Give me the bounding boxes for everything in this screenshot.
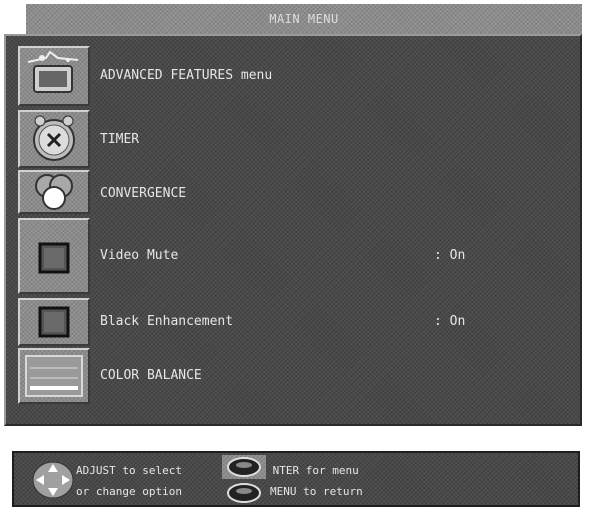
menu-item-timer[interactable]: TIMER (18, 110, 578, 168)
menu-item-label: COLOR BALANCE (100, 368, 202, 383)
menu-item-convergence[interactable]: CONVERGENCE (18, 170, 578, 214)
direction-pad-icon (30, 459, 76, 505)
menu-item-label: TIMER (100, 132, 140, 147)
advanced-features-icon (18, 46, 90, 106)
adjust-help-line2: or change option (76, 485, 182, 498)
menu-item-advanced-features[interactable]: ADVANCED FEATURES menu (18, 46, 578, 106)
menu-button-icon (222, 481, 266, 505)
menu-item-label: Video Mute (100, 248, 179, 263)
black-enhancement-value: : On (434, 314, 466, 329)
menu-title: MAIN MENU (269, 12, 339, 26)
menu-item-label: CONVERGENCE (100, 186, 187, 201)
video-mute-value: : On (434, 248, 466, 263)
color-balance-icon (18, 348, 90, 404)
black-enhancement-icon (18, 298, 90, 346)
convergence-icon (18, 170, 90, 214)
menu-item-video-mute[interactable]: Video Mute : On (18, 218, 578, 294)
enter-help-text: ENTER for menu (272, 464, 359, 477)
main-menu-window: MAIN MENU ADVANCED FEATURES menu TIMER C… (4, 4, 582, 428)
video-mute-icon (18, 218, 90, 294)
menu-item-black-enhancement[interactable]: Black Enhancement : On (18, 298, 578, 346)
enter-button-icon (222, 455, 266, 479)
menu-help-text: MENU to return (270, 485, 363, 498)
menu-item-label: ADVANCED FEATURES menu (100, 68, 273, 83)
menu-item-color-balance[interactable]: COLOR BALANCE (18, 348, 578, 404)
adjust-help-line1: ADJUST to select (76, 464, 182, 477)
menu-item-label: Black Enhancement (100, 314, 234, 329)
menu-title-bar: MAIN MENU (26, 4, 582, 34)
menu-body: ADVANCED FEATURES menu TIMER CONVERGENCE… (4, 34, 582, 426)
help-bar: ADJUST to select or change option ENTER … (12, 451, 580, 507)
timer-clock-icon (18, 110, 90, 168)
